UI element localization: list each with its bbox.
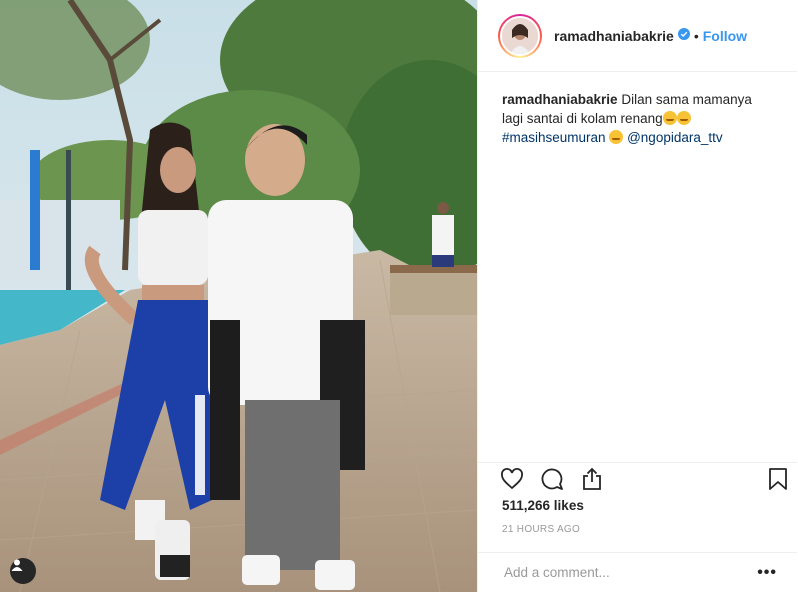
share-button[interactable] — [578, 465, 606, 493]
caption-username[interactable]: ramadhaniabakrie — [502, 92, 618, 107]
save-button[interactable] — [764, 465, 792, 493]
separator-dot: • — [693, 27, 699, 44]
verified-badge-icon — [677, 27, 690, 45]
comment-button[interactable] — [538, 465, 566, 493]
caption: ramadhaniabakrie Dilan sama mamanya lagi… — [478, 72, 797, 147]
smile-emoji-icon — [676, 111, 691, 125]
post-side-panel: ramadhaniabakrie • Follow ramadhaniabakr… — [477, 0, 797, 592]
action-bar — [478, 462, 797, 495]
post-timestamp[interactable]: 21 HOURS AGO — [502, 524, 580, 535]
username-link[interactable]: ramadhaniabakrie — [554, 28, 674, 44]
more-options-button[interactable]: ••• — [757, 564, 777, 582]
post-header: ramadhaniabakrie • Follow — [478, 0, 797, 72]
avatar[interactable] — [498, 13, 542, 58]
share-icon — [583, 467, 601, 490]
instagram-post: ramadhaniabakrie • Follow ramadhaniabakr… — [0, 0, 798, 592]
user-tag-icon — [11, 559, 23, 571]
like-button[interactable] — [498, 465, 526, 493]
heart-icon — [501, 468, 523, 490]
user-tag-button[interactable] — [10, 558, 36, 584]
comment-bar: ••• — [478, 552, 797, 592]
grimace-emoji-icon — [609, 130, 624, 144]
comment-icon — [541, 468, 563, 490]
comment-input[interactable] — [502, 564, 757, 581]
hashtag-link[interactable]: #masihseumuran — [502, 130, 606, 145]
follow-button[interactable]: Follow — [703, 28, 747, 44]
avatar-image — [502, 17, 538, 54]
photo-scene — [0, 0, 477, 592]
likes-count[interactable]: 511,266 likes — [502, 498, 584, 513]
mention-link[interactable]: @ngopidara_ttv — [627, 130, 723, 145]
bookmark-icon — [769, 468, 787, 490]
post-photo[interactable] — [0, 0, 477, 592]
ok-hand-emoji-icon — [662, 111, 677, 125]
